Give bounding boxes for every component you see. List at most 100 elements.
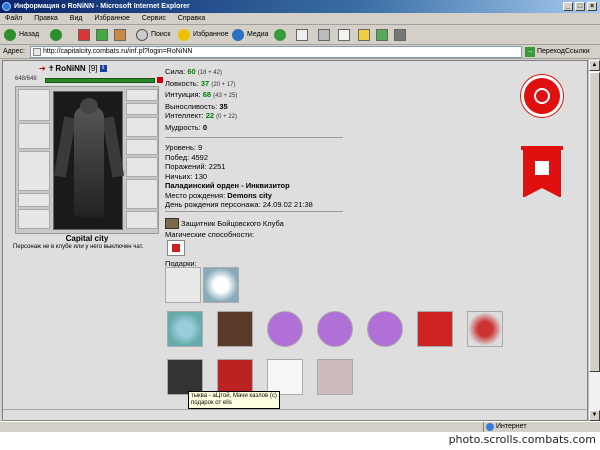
scroll-down-icon[interactable]: ▼: [589, 410, 600, 421]
rings-slot[interactable]: [126, 139, 158, 155]
stat-row: Выносливость: 35: [165, 102, 345, 112]
address-input[interactable]: http://capitalcity.combats.ru/inf.pl?log…: [30, 46, 522, 58]
edit-icon: [338, 29, 350, 41]
banner-bar: [521, 146, 563, 150]
folder-button[interactable]: [358, 28, 372, 42]
menu-help[interactable]: Справка: [173, 13, 210, 25]
info-birthday: День рождения персонажа: 24.09.02 21:38: [165, 200, 313, 209]
first-aid-icon[interactable]: [167, 240, 185, 256]
gift-red[interactable]: [217, 359, 253, 395]
back-button[interactable]: Назад: [4, 28, 39, 42]
stat-label: Интуиция:: [165, 90, 201, 99]
go-arrow-icon: →: [525, 47, 535, 57]
shield-slot[interactable]: [126, 179, 158, 209]
legs-slot[interactable]: [126, 211, 158, 229]
media-icon: [232, 29, 244, 41]
birthplace-value: Demons city: [227, 190, 272, 200]
watermark-text: photo.scrolls.combats.com: [448, 433, 596, 446]
menu-tools[interactable]: Сервис: [137, 13, 171, 25]
stat-label: Ловкость:: [165, 78, 199, 88]
status-note: Персонаж не в клубе или у него выключен …: [13, 244, 144, 250]
stat-row: Интуиция: 68 (43 + 25): [165, 90, 345, 102]
tooltip-line: тыква - аЦтой, Мачи казлов (c): [191, 393, 277, 399]
stop-button[interactable]: [78, 28, 92, 42]
emblem-inner: [534, 88, 550, 104]
gift-snowglobe[interactable]: [203, 267, 239, 303]
minimize-button[interactable]: _: [563, 2, 573, 11]
scroll-up-icon[interactable]: ▲: [589, 60, 600, 71]
menu-favorites[interactable]: Избранное: [89, 13, 134, 25]
forward-button[interactable]: [50, 28, 65, 42]
stat-label: Интеллект:: [165, 111, 204, 120]
vertical-scrollbar[interactable]: ▲ ▼: [588, 60, 600, 421]
character-header: ➔ ✝ RoNiNN [9] i: [39, 64, 107, 73]
menu-view[interactable]: Вид: [65, 13, 88, 25]
hp-row: 648/648: [15, 76, 163, 84]
stat-row: Ловкость: 37 (20 + 17): [165, 79, 345, 91]
gift-wreath[interactable]: [467, 311, 503, 347]
cross-icon: ✝: [47, 64, 55, 73]
gift-bull[interactable]: [267, 311, 303, 347]
history-icon: [274, 29, 286, 41]
hp-bar: [45, 78, 155, 83]
ie-logo-icon: [2, 2, 11, 11]
info-badge[interactable]: i: [99, 65, 107, 72]
gift-bull[interactable]: [367, 311, 403, 347]
home-button[interactable]: [114, 28, 128, 42]
divider: [165, 211, 343, 212]
amulet-slot[interactable]: [126, 103, 158, 115]
gift-bull[interactable]: [317, 311, 353, 347]
mail-button[interactable]: [296, 28, 310, 42]
boots-slot[interactable]: [18, 209, 50, 229]
tool-extra-icon: [394, 29, 406, 41]
character-level: [9]: [88, 64, 98, 73]
search-label: Поиск: [151, 31, 171, 38]
messenger-icon: [376, 29, 388, 41]
stat-value: 35: [219, 101, 228, 111]
character-name[interactable]: RoNiNN: [55, 64, 85, 73]
go-button[interactable]: → Переход: [525, 46, 565, 58]
gift-card[interactable]: [217, 311, 253, 347]
links-button[interactable]: Ссылки: [565, 46, 590, 58]
figure-arm-right: [101, 116, 125, 178]
menu-edit[interactable]: Правка: [29, 13, 63, 25]
belt-slot[interactable]: [18, 193, 50, 207]
armor-slot[interactable]: [18, 151, 50, 191]
hp-value: 648/648: [15, 76, 37, 82]
gift-packet[interactable]: [267, 359, 303, 395]
menu-file[interactable]: Файл: [0, 13, 27, 25]
gift-statue[interactable]: [317, 359, 353, 395]
tool-extra-button[interactable]: [394, 28, 408, 42]
star-icon: [178, 29, 190, 41]
edit-button[interactable]: [338, 28, 352, 42]
gift-dark[interactable]: [167, 359, 203, 395]
weapon-slot[interactable]: [18, 123, 50, 149]
favorites-button[interactable]: Избранное: [178, 28, 228, 42]
media-button[interactable]: Медиа: [232, 28, 269, 42]
mail-icon: [296, 29, 308, 41]
refresh-button[interactable]: [96, 28, 110, 42]
zone-label: Интернет: [496, 423, 527, 430]
search-button[interactable]: Поиск: [136, 28, 170, 42]
info-order: Паладинский орден - Инквизитор: [165, 181, 290, 190]
earring-slot[interactable]: [126, 89, 158, 101]
club-icon: [165, 218, 179, 229]
messenger-button[interactable]: [376, 28, 390, 42]
arrow-icon: ➔: [39, 64, 46, 73]
maximize-button[interactable]: □: [575, 2, 585, 11]
club-label: Защитник Бойцовского Клуба: [181, 219, 284, 228]
stat-value: 0: [202, 122, 207, 132]
history-button[interactable]: [274, 28, 289, 42]
gift-newyear-card[interactable]: [417, 311, 453, 347]
scroll-thumb[interactable]: [589, 72, 600, 372]
helmet-slot[interactable]: [18, 89, 50, 121]
close-button[interactable]: ×: [587, 2, 597, 11]
gift-sword[interactable]: [165, 267, 201, 303]
refresh-icon: [96, 29, 108, 41]
menu-bar: Файл Правка Вид Избранное Сервис Справка: [0, 13, 600, 25]
print-button[interactable]: [318, 28, 332, 42]
gift-ornament[interactable]: [167, 311, 203, 347]
bracer-slot[interactable]: [126, 117, 158, 137]
stat-bonus: (20 + 17): [211, 81, 236, 88]
gloves-slot[interactable]: [126, 157, 158, 177]
